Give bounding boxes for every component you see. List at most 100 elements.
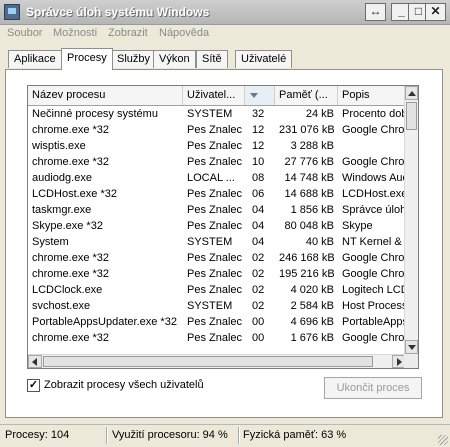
scroll-left-button[interactable] — [28, 355, 42, 368]
cell-process-name: taskmgr.exe — [32, 204, 92, 216]
column-header: Název procesu Uživatel... Paměť (... Pop… — [28, 86, 406, 106]
horizontal-scroll-thumb[interactable] — [43, 356, 373, 367]
cell-process-name: System — [32, 236, 69, 248]
table-row[interactable]: svchost.exe SYSTEM 02 2 584 kB Host Process — [28, 298, 406, 314]
cell-memory: 4 696 kB — [290, 316, 334, 328]
vertical-scroll-thumb[interactable] — [406, 102, 417, 130]
cell-user: Pes Znalec — [187, 156, 243, 168]
table-row[interactable]: chrome.exe *32 Pes Znalec 10 27 776 kB Googl… — [28, 154, 406, 170]
cell-cpu: 02 — [252, 300, 265, 312]
cell-process-name: chrome.exe *32 — [32, 268, 110, 280]
cell-cpu: 00 — [252, 316, 265, 328]
cell-cpu: 06 — [252, 188, 265, 200]
table-row[interactable]: chrome.exe *32 Pes Znalec 12 231 076 kB Goog… — [28, 122, 406, 138]
vertical-scrollbar[interactable] — [404, 86, 418, 354]
cell-user: LOCAL ... — [187, 172, 235, 184]
tab-sluzby[interactable]: Služby — [111, 50, 157, 68]
cell-process-name: LCDHost.exe *32 — [32, 188, 117, 200]
sort-descending-icon — [250, 93, 258, 98]
show-all-users-label[interactable]: Zobrazit procesy všech uživatelů — [44, 379, 204, 391]
status-bar: Procesy: 104 Využití procesoru: 94 % Fyz… — [0, 424, 450, 447]
table-row[interactable]: wisptis.exe Pes Znalec 12 3 288 kB — [28, 138, 406, 154]
cell-cpu: 12 — [252, 124, 265, 136]
table-row[interactable]: LCDClock.exe Pes Znalec 02 4 020 kB Logitech… — [28, 282, 406, 298]
cell-memory: 246 168 kB — [279, 252, 334, 264]
table-row[interactable]: PortableAppsUpdater.exe *32 Pes Znalec 00 4… — [28, 314, 406, 330]
tab-vykon[interactable]: Výkon — [153, 50, 196, 68]
cell-process-name: chrome.exe *32 — [32, 332, 110, 344]
cell-memory: 4 020 kB — [290, 284, 334, 296]
process-list[interactable]: Název procesu Uživatel... Paměť (... Pop… — [27, 85, 419, 369]
tab-procesy[interactable]: Procesy — [61, 48, 113, 70]
cell-user: Pes Znalec — [187, 188, 243, 200]
menu-napoveda[interactable]: Nápověda — [159, 27, 209, 39]
menu-zobrazit[interactable]: Zobrazit — [108, 27, 148, 39]
cell-process-name: wisptis.exe — [32, 140, 86, 152]
cell-user: Pes Znalec — [187, 284, 243, 296]
tab-site[interactable]: Sítě — [196, 50, 228, 68]
cell-process-name: audiodg.exe — [32, 172, 92, 184]
close-button[interactable]: ✕ — [425, 3, 446, 21]
cell-memory: 231 076 kB — [279, 124, 334, 136]
cell-cpu: 32 — [252, 108, 265, 120]
cell-cpu: 04 — [252, 204, 265, 216]
cell-user: Pes Znalec — [187, 220, 243, 232]
header-user[interactable]: Uživatel... — [183, 86, 245, 105]
cell-process-name: Skype.exe *32 — [32, 220, 103, 232]
horizontal-scrollbar[interactable] — [28, 354, 406, 368]
table-row[interactable]: Skype.exe *32 Pes Znalec 04 80 048 kB Skype — [28, 218, 406, 234]
end-process-button[interactable]: Ukončit proces — [324, 377, 422, 399]
table-row[interactable]: chrome.exe *32 Pes Znalec 02 195 216 kB Goog… — [28, 266, 406, 282]
cell-memory: 195 216 kB — [279, 268, 334, 280]
menu-moznosti[interactable]: Možnosti — [53, 27, 97, 39]
table-row[interactable]: LCDHost.exe *32 Pes Znalec 06 14 688 kB LCDH… — [28, 186, 406, 202]
cell-memory: 24 kB — [305, 108, 334, 120]
header-process-name[interactable]: Název procesu — [28, 86, 183, 105]
cell-cpu: 02 — [252, 284, 265, 296]
scroll-up-button[interactable] — [405, 86, 418, 100]
arrow-left-icon — [32, 358, 37, 366]
tab-uzivatele[interactable]: Uživatelé — [235, 50, 293, 68]
header-memory[interactable]: Paměť (... — [275, 86, 338, 105]
cell-memory: 1 676 kB — [290, 332, 334, 344]
table-row[interactable]: chrome.exe *32 Pes Znalec 00 1 676 kB Google… — [28, 330, 406, 346]
status-cpu-usage: Využití procesoru: 94 % — [112, 429, 228, 441]
arrow-up-icon — [408, 91, 416, 96]
status-physical-memory: Fyzická paměť: 63 % — [243, 429, 347, 441]
show-all-users-checkbox[interactable]: ✓ — [27, 379, 40, 392]
tab-aplikace[interactable]: Aplikace — [8, 50, 62, 68]
table-row[interactable]: audiodg.exe LOCAL ... 08 14 748 kB Windows A… — [28, 170, 406, 186]
resize-grip-icon[interactable] — [438, 435, 448, 445]
task-manager-icon — [4, 4, 20, 20]
cell-description: Google Chron — [342, 332, 406, 344]
cell-description: LCDHost.exe — [342, 188, 406, 200]
cell-user: Pes Znalec — [187, 332, 243, 344]
cell-user: Pes Znalec — [187, 140, 243, 152]
cell-user: Pes Znalec — [187, 252, 243, 264]
cell-description: Google Chron — [342, 252, 406, 264]
window-title: Správce úloh systému Windows — [26, 5, 210, 19]
table-row[interactable]: chrome.exe *32 Pes Znalec 02 246 168 kB Goog… — [28, 250, 406, 266]
cell-cpu: 04 — [252, 236, 265, 248]
header-description[interactable]: Popis — [338, 86, 406, 105]
title-bar[interactable]: Správce úloh systému Windows ↔ _ □ ✕ — [0, 0, 450, 25]
cell-process-name: svchost.exe — [32, 300, 91, 312]
header-cpu[interactable] — [245, 86, 275, 105]
cell-description: Skype — [342, 220, 373, 232]
arrow-down-icon — [408, 345, 416, 350]
table-row[interactable]: taskmgr.exe Pes Znalec 04 1 856 kB Správce ú… — [28, 202, 406, 218]
cell-cpu: 08 — [252, 172, 265, 184]
status-divider — [106, 427, 108, 444]
cell-description: Host Process — [342, 300, 406, 312]
cell-cpu: 04 — [252, 220, 265, 232]
cell-memory: 40 kB — [305, 236, 334, 248]
cell-description: Google Chron — [342, 156, 406, 168]
menu-soubor[interactable]: Soubor — [7, 27, 42, 39]
table-row[interactable]: System SYSTEM 04 40 kB NT Kernel & S — [28, 234, 406, 250]
scroll-corner — [404, 354, 418, 368]
cell-user: SYSTEM — [187, 236, 233, 248]
cell-memory: 14 748 kB — [284, 172, 334, 184]
scroll-down-button[interactable] — [405, 340, 418, 354]
table-row[interactable]: Nečinné procesy systému SYSTEM 32 24 kB Proc… — [28, 106, 406, 122]
restore-button[interactable]: ↔ — [365, 3, 386, 21]
